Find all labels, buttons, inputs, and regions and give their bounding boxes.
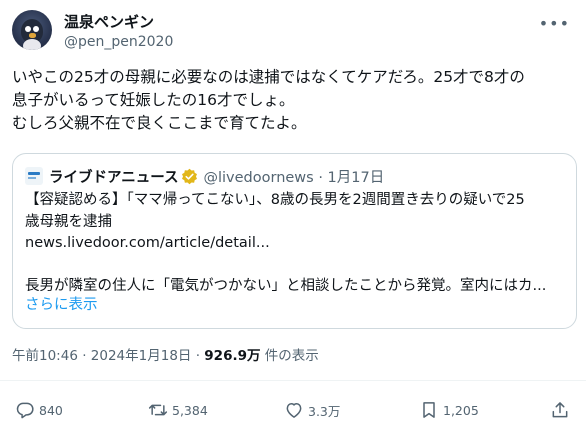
reply-count: 840 [39, 402, 63, 418]
retweet-button[interactable]: 5,384 [148, 396, 208, 424]
tweet-meta: 午前10:46 · 2024年1月18日 · 926.9万 件の表示 [12, 346, 319, 366]
tweet-header: 温泉ペンギン @pen_pen2020 ••• [12, 10, 574, 52]
more-options-icon[interactable]: ••• [539, 14, 570, 33]
share-button[interactable] [550, 396, 570, 424]
quote-header: ライブドアニュース @livedoornews · 1月17日 [25, 166, 384, 186]
show-more-link[interactable]: さらに表示 [25, 295, 98, 315]
penguin-eye-right [33, 26, 39, 32]
avatar[interactable] [12, 10, 52, 50]
bookmark-button[interactable]: 1,205 [419, 396, 479, 424]
reply-button[interactable]: 840 [15, 396, 63, 424]
tweet-text: いやこの25才の母親に必要なのは逮捕ではなくてケアだろ。25才で8才の 息子がい… [12, 68, 525, 132]
penguin-belly [23, 39, 41, 50]
bookmark-count: 1,205 [443, 402, 479, 418]
livedoor-logo-icon [25, 167, 43, 185]
like-count: 3.3万 [308, 403, 341, 419]
retweet-count: 5,384 [172, 402, 208, 418]
user-handle[interactable]: @pen_pen2020 [64, 32, 173, 52]
bookmark-icon [423, 402, 435, 418]
reply-icon [16, 402, 34, 419]
quote-text: 【容疑認める】「ママ帰ってこない」、8歳の長男を2週間置き去りの疑いで25 歳母… [25, 192, 547, 294]
like-button[interactable]: 3.3万 [284, 396, 340, 424]
view-count-suffix: 件の表示 [260, 348, 319, 364]
penguin-beak [29, 33, 36, 38]
quote-source-name: ライブドアニュース [49, 169, 179, 186]
divider [0, 380, 586, 381]
tweet-timestamp[interactable]: 午前10:46 · 2024年1月18日 · [12, 348, 204, 364]
action-bar: 840 5,384 3.3万 1,205 [0, 396, 586, 424]
penguin-eye-left [25, 26, 31, 32]
quote-source-handle: @livedoornews · 1月17日 [203, 169, 385, 186]
quote-tweet[interactable]: ライブドアニュース @livedoornews · 1月17日 【容疑認める】「… [12, 153, 577, 329]
retweet-icon [148, 404, 168, 416]
user-name[interactable]: 温泉ペンギン [64, 12, 154, 32]
heart-icon [286, 403, 302, 418]
view-count: 926.9万 [204, 348, 261, 364]
verified-badge-icon [182, 168, 198, 184]
share-icon [552, 402, 568, 418]
